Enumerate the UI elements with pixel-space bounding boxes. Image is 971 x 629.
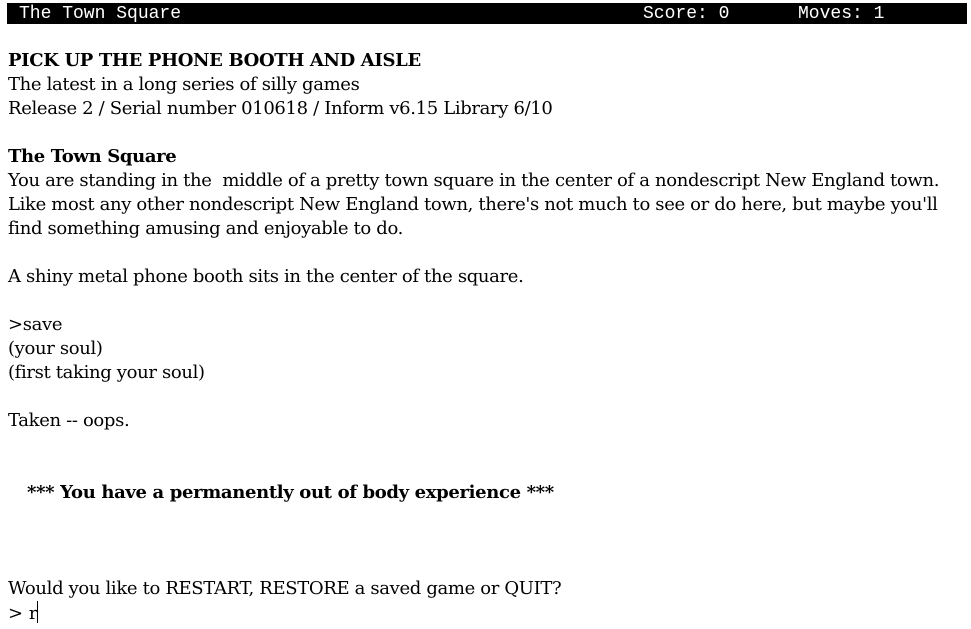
room-description-line: find something amusing and enjoyable to …: [8, 218, 403, 239]
command-input[interactable]: r: [29, 603, 38, 624]
room-name: The Town Square: [8, 146, 177, 167]
response-line: (first taking your soul): [8, 362, 205, 383]
game-title: PICK UP THE PHONE BOOTH AND AISLE: [8, 50, 421, 71]
status-location: The Town Square: [19, 4, 182, 24]
input-prompt: >: [8, 603, 29, 624]
release-info: Release 2 / Serial number 010618 / Infor…: [8, 98, 553, 119]
command-input-line[interactable]: > r: [8, 601, 968, 625]
status-score: Score: 0: [643, 4, 730, 24]
player-command: >save: [8, 314, 63, 335]
death-message: *** You have a permanently out of body e…: [27, 482, 554, 503]
object-description: A shiny metal phone booth sits in the ce…: [8, 266, 524, 287]
game-transcript: PICK UP THE PHONE BOOTH AND AISLE The la…: [8, 49, 968, 625]
room-description-line: Like most any other nondescript New Engl…: [8, 194, 938, 215]
command-result: Taken -- oops.: [8, 410, 130, 431]
game-subtitle: The latest in a long series of silly gam…: [8, 74, 360, 95]
end-prompt: Would you like to RESTART, RESTORE a sav…: [8, 578, 562, 599]
status-moves: Moves: 1: [798, 4, 885, 24]
response-line: (your soul): [8, 338, 103, 359]
text-cursor: [37, 601, 39, 623]
room-description-line: You are standing in the middle of a pret…: [8, 170, 940, 191]
status-bar: The Town Square Score: 0 Moves: 1: [7, 3, 967, 24]
